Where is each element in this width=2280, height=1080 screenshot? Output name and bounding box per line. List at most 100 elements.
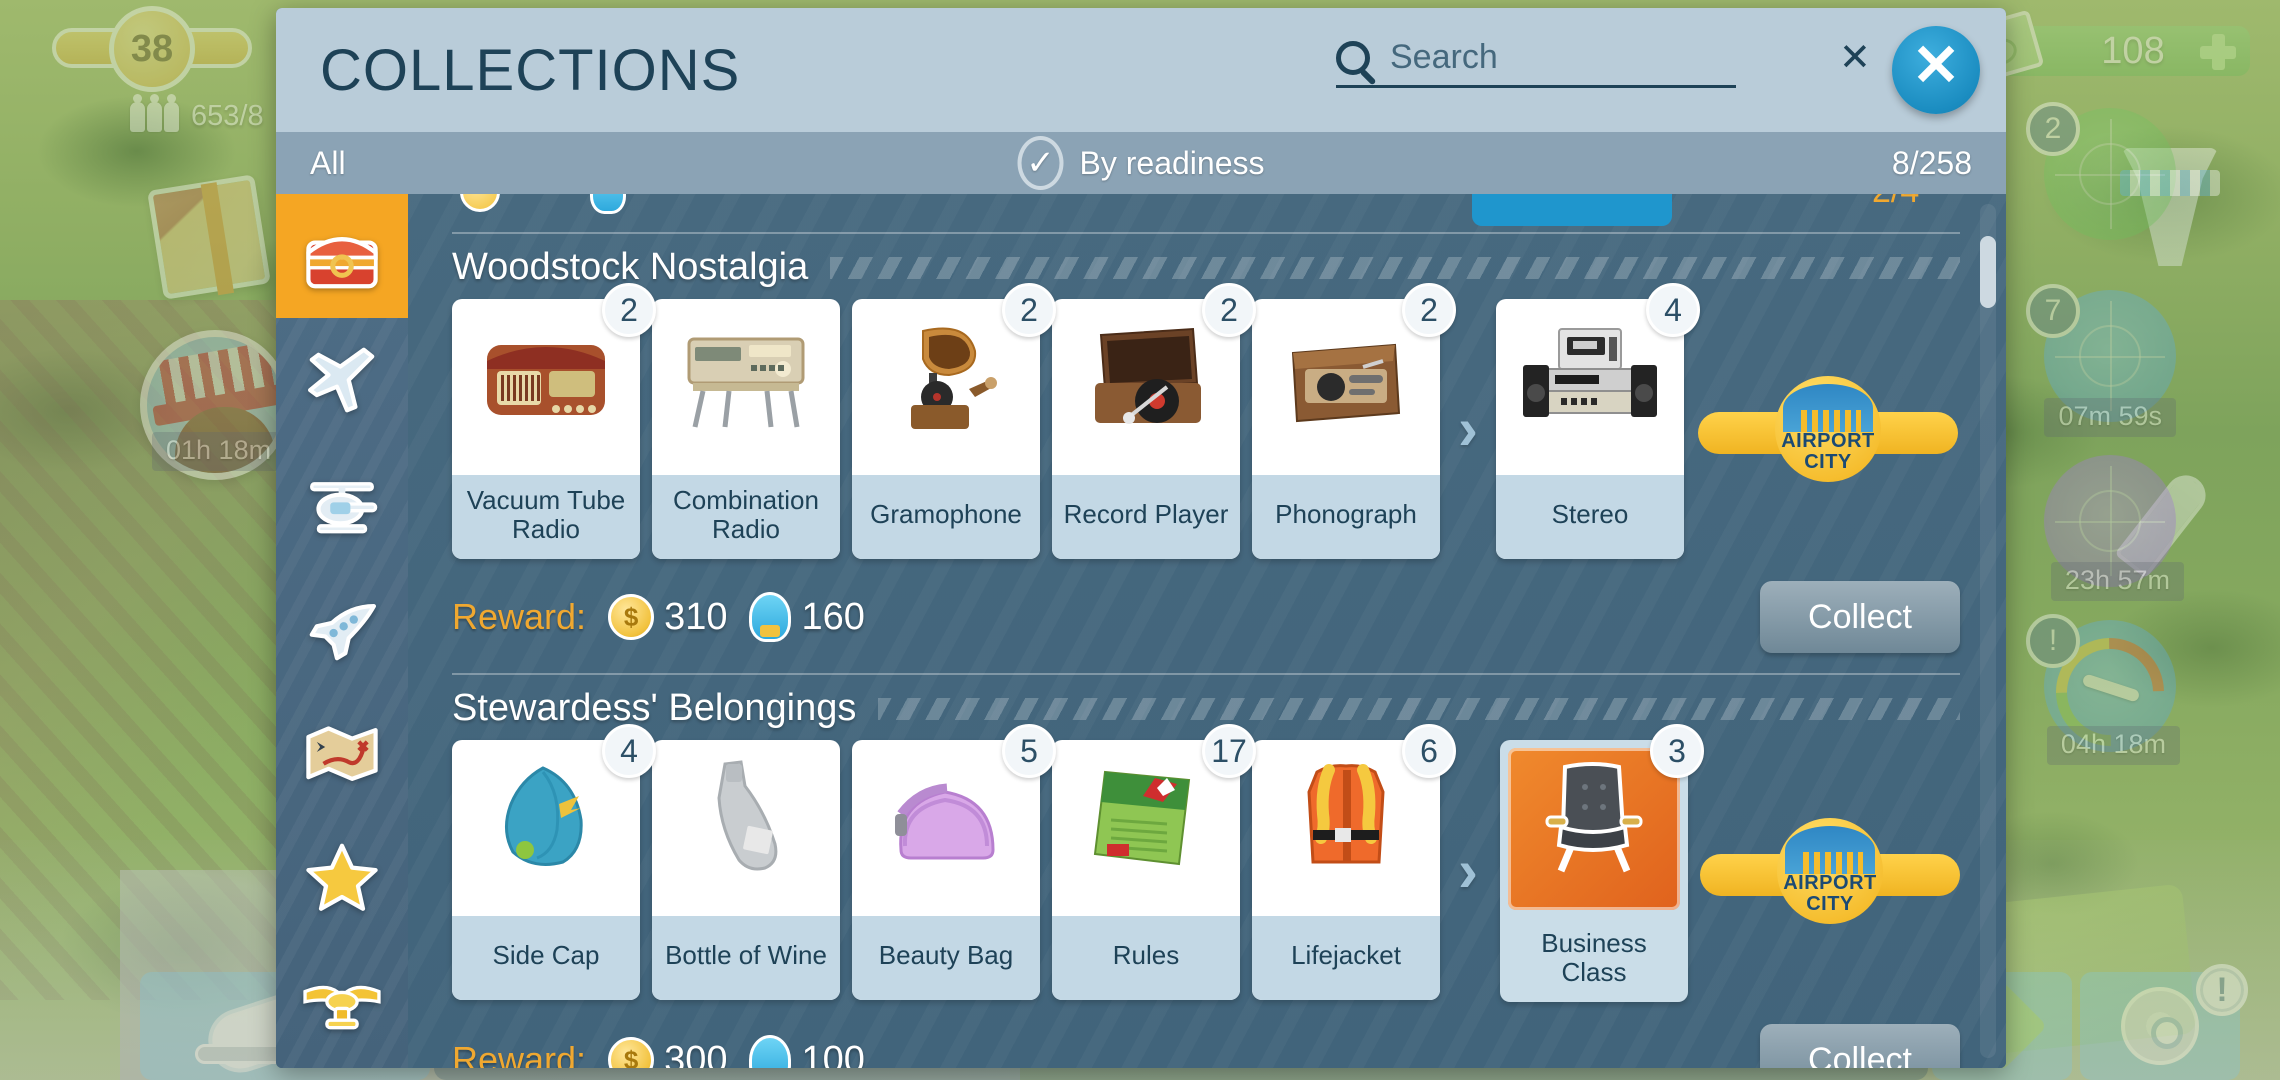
- collect-button[interactable]: Collect: [1760, 1024, 1960, 1068]
- collection-item-card[interactable]: 2 Phonograph: [1252, 283, 1456, 559]
- map-icon: [300, 710, 384, 794]
- reward-row: Reward: $ 300 100 Collect: [452, 1002, 1960, 1068]
- previous-collect-button[interactable]: [1472, 194, 1672, 226]
- plus-icon[interactable]: [2200, 34, 2236, 70]
- collection-item-card[interactable]: 17 Rules: [1052, 724, 1256, 1000]
- checkmark-icon: [1017, 136, 1064, 190]
- modal-body: 2/4 Woodstock Nostalgia 2 Vacuum Tube Ra…: [276, 194, 2006, 1068]
- control-tower-windows: [2120, 170, 2220, 196]
- item-count: 4: [1645, 283, 1700, 337]
- sidebar-item-star[interactable]: [276, 814, 408, 938]
- reward-gems: 160: [749, 592, 865, 642]
- search-input[interactable]: [1390, 38, 1833, 77]
- logo-skyline: [1782, 384, 1873, 432]
- close-button[interactable]: ✕: [1892, 26, 1980, 114]
- item-artwork-business-class-seat: [1507, 748, 1680, 910]
- reward-label: Reward:: [452, 1039, 587, 1068]
- rocket-icon: [300, 586, 384, 670]
- logo-skyline: [1784, 826, 1875, 874]
- collection-stripes: [878, 697, 1960, 720]
- partial-fraction: 2/4: [1872, 194, 1919, 211]
- radar-green-badge: 2: [2026, 102, 2080, 156]
- reward-gems: 100: [749, 1035, 865, 1069]
- close-icon: ✕: [1911, 33, 1961, 98]
- coin-icon: $: [608, 594, 655, 640]
- next-items-arrow[interactable]: ›: [1458, 841, 1478, 901]
- settings-tile[interactable]: !: [2080, 964, 2248, 1080]
- collection-title: Stewardess' Belongings: [452, 687, 857, 729]
- notebook-icon[interactable]: [147, 174, 271, 300]
- sidebar-item-helicopter[interactable]: [276, 442, 408, 566]
- search-bar[interactable]: ✕: [1336, 38, 1871, 88]
- item-count: 17: [1202, 724, 1256, 778]
- collection-item-card[interactable]: 2 Gramophone: [852, 283, 1056, 559]
- collection-item-card[interactable]: 6 Lifejacket: [1252, 724, 1456, 1000]
- item-label: Vacuum Tube Radio: [452, 475, 640, 559]
- wings-icon: [300, 958, 384, 1042]
- reward-gems-value: 100: [801, 1038, 865, 1069]
- collection-item-card[interactable]: 2 Vacuum Tube Radio: [452, 283, 656, 559]
- collection-item-card[interactable]: Bottle of Wine: [652, 740, 840, 1000]
- collect-button[interactable]: Collect: [1760, 581, 1960, 653]
- coin-icon: [460, 194, 500, 212]
- level-badge[interactable]: 38: [52, 2, 252, 94]
- sidebar-item-wings[interactable]: [276, 938, 408, 1062]
- filter-all[interactable]: All: [310, 145, 346, 182]
- reward-item-card[interactable]: 3 Business Class: [1499, 724, 1704, 1002]
- item-label: Lifejacket: [1252, 916, 1440, 1000]
- logo-circle: AIRPORT CITY: [1776, 818, 1883, 924]
- treasure-chest-icon: [300, 214, 384, 298]
- collection-item-card[interactable]: 5 Beauty Bag: [852, 724, 1056, 1000]
- settings-alert-badge: !: [2196, 964, 2248, 1016]
- item-label: Gramophone: [852, 475, 1040, 559]
- search-icon: [1336, 40, 1370, 75]
- item-count: 2: [1202, 283, 1256, 337]
- logo-line-2: CITY: [1804, 451, 1852, 473]
- radar-gauge-timer: 04h 18m: [2046, 726, 2180, 765]
- scrollbar-thumb[interactable]: [1980, 236, 1996, 308]
- item-artwork-combination-radio: [652, 299, 840, 475]
- item-label: Rules: [1052, 916, 1240, 1000]
- collection-item-card[interactable]: Combination Radio: [652, 299, 840, 559]
- reward-coins-value: 310: [664, 595, 728, 638]
- cash-value: 108: [2101, 29, 2165, 72]
- item-count: 3: [1649, 724, 1704, 778]
- collections-content: 2/4 Woodstock Nostalgia 2 Vacuum Tube Ra…: [408, 194, 2006, 1068]
- collection-stripes: [830, 256, 1960, 279]
- item-count: 2: [602, 283, 656, 337]
- cash-pill[interactable]: 108: [1947, 9, 2250, 89]
- logo-line-1: AIRPORT: [1783, 872, 1877, 894]
- star-icon: [300, 834, 384, 918]
- population-counter: 653/8: [130, 93, 264, 133]
- population-value: 653/8: [191, 100, 264, 132]
- filter-bar: All By readiness 8/258: [276, 132, 2006, 194]
- gem-icon: [749, 1035, 792, 1068]
- item-label: Business Class: [1541, 927, 1647, 987]
- next-items-arrow[interactable]: ›: [1458, 399, 1478, 459]
- filter-by-readiness[interactable]: By readiness: [1017, 136, 1264, 190]
- item-label: Combination Radio: [652, 475, 840, 559]
- item-count: 6: [1402, 724, 1456, 778]
- reward-item-card[interactable]: 4 Stereo: [1495, 283, 1700, 559]
- sidebar-item-map[interactable]: [276, 690, 408, 814]
- collection-items-row: 2 Vacuum Tube Radio Combination Radio 2 …: [452, 283, 1960, 559]
- sidebar-item-plane[interactable]: [276, 318, 408, 442]
- sidebar-item-rocket[interactable]: [276, 566, 408, 690]
- collections-modal: COLLECTIONS ✕ ✕ All By readiness 8/258: [276, 8, 2006, 1068]
- item-label: Bottle of Wine: [652, 916, 840, 1000]
- coin-icon: $: [608, 1037, 655, 1068]
- collection-item-card[interactable]: 2 Record Player: [1052, 283, 1256, 559]
- clear-search-icon[interactable]: ✕: [1833, 39, 1877, 77]
- category-sidebar: [276, 194, 452, 1068]
- collection-group: Stewardess' Belongings 4 Side Cap Bottle…: [452, 675, 1960, 1068]
- scrollbar-track[interactable]: [1980, 204, 1996, 1058]
- collections-scroller: 2/4 Woodstock Nostalgia 2 Vacuum Tube Ra…: [408, 194, 2006, 1068]
- collection-item-card[interactable]: 4 Side Cap: [452, 724, 656, 1000]
- cash-bar[interactable]: 108: [1947, 9, 2250, 89]
- sidebar-item-treasure-chest[interactable]: [276, 194, 452, 318]
- collection-header: Woodstock Nostalgia: [452, 234, 1960, 299]
- reward-gems-value: 160: [801, 595, 865, 638]
- item-count: 2: [1402, 283, 1456, 337]
- item-label: Stereo: [1495, 475, 1684, 559]
- reward-coins-value: 300: [664, 1038, 728, 1069]
